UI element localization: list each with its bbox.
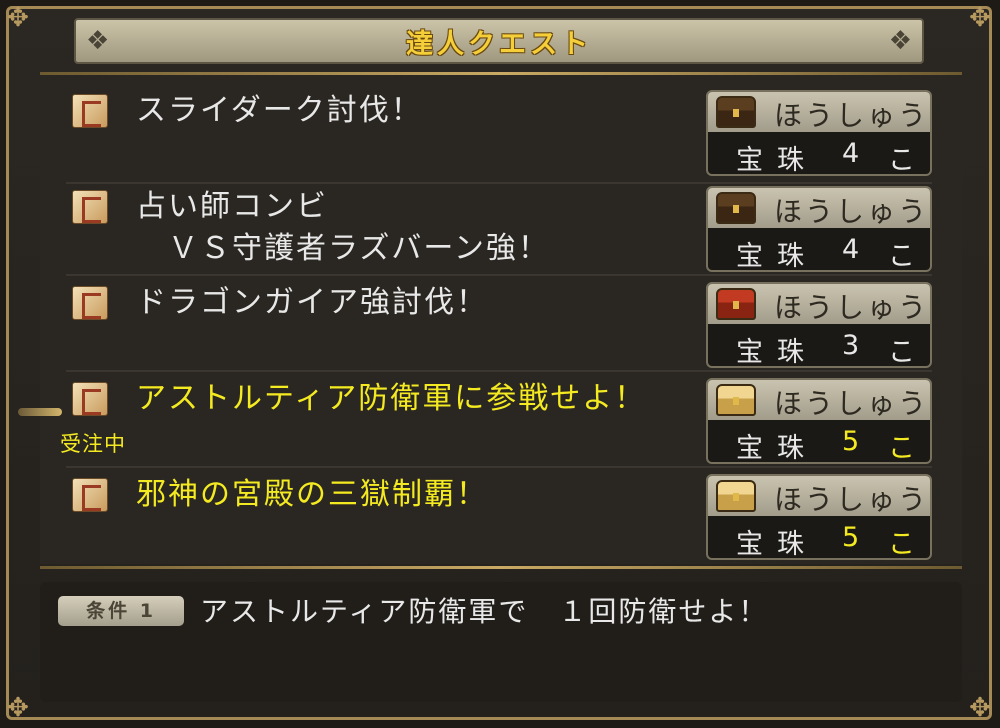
corner-ornament-icon: ✥ (969, 693, 991, 723)
reward-item: 宝珠 (736, 241, 818, 272)
selection-pointer-icon (18, 408, 62, 416)
treasure-chest-icon (716, 480, 756, 512)
treasure-chest-icon (716, 288, 756, 320)
reward-unit: こ (888, 529, 915, 560)
divider (40, 72, 962, 75)
condition-text: アストルティア防衛軍で １回防衛せよ！ (200, 595, 769, 628)
quest-scroll-icon (72, 286, 108, 320)
reward-label: ほうしゅう (774, 195, 930, 228)
reward-header: ほうしゅう (708, 284, 930, 324)
reward-item: 宝珠 (736, 145, 818, 176)
quest-row[interactable]: 占い師コンビ ＶＳ守護者ラズバーン強！ ほうしゅう 宝珠 4 こ (66, 178, 932, 276)
reward-box: ほうしゅう 宝珠 4 こ (706, 186, 932, 272)
reward-count: 5 (842, 522, 860, 553)
title-bar: ❖ 達人クエスト ❖ (74, 18, 924, 64)
quest-scroll-icon (72, 382, 108, 416)
reward-box: ほうしゅう 宝珠 4 こ (706, 90, 932, 176)
corner-ornament-icon: ✥ (7, 3, 29, 33)
reward-unit: こ (888, 433, 915, 464)
reward-unit: こ (888, 241, 915, 272)
divider (40, 566, 962, 569)
page-title: 達人クエスト (406, 28, 592, 60)
quest-name: アストルティア防衛軍に参戦せよ！ (136, 381, 647, 416)
treasure-chest-icon (716, 96, 756, 128)
reward-count: 4 (842, 138, 860, 169)
quest-name: ドラゴンガイア強討伐！ (136, 285, 488, 320)
reward-box: ほうしゅう 宝珠 5 こ (706, 378, 932, 464)
quest-name: 占い師コンビ ＶＳ守護者ラズバーン強！ (136, 189, 550, 266)
reward-header: ほうしゅう (708, 92, 930, 132)
quest-scroll-icon (72, 478, 108, 512)
reward-item: 宝珠 (736, 529, 818, 560)
corner-ornament-icon: ✥ (969, 3, 991, 33)
quest-row[interactable]: 邪神の宮殿の三獄制覇！ ほうしゅう 宝珠 5 こ (66, 466, 932, 562)
accepted-status: 受注中 (60, 432, 126, 456)
quest-name: スライダーク討伐！ (136, 93, 423, 128)
reward-header: ほうしゅう (708, 476, 930, 516)
title-ornament-left-icon: ❖ (86, 26, 110, 56)
reward-box: ほうしゅう 宝珠 5 こ (706, 474, 932, 560)
condition-badge: 条件 1 (58, 596, 184, 626)
quest-row[interactable]: アストルティア防衛軍に参戦せよ！ ほうしゅう 宝珠 5 こ (66, 370, 932, 468)
reward-count: 5 (842, 426, 860, 457)
reward-count: 3 (842, 330, 860, 361)
quest-row[interactable]: ドラゴンガイア強討伐！ ほうしゅう 宝珠 3 こ (66, 274, 932, 372)
reward-header: ほうしゅう (708, 188, 930, 228)
reward-label: ほうしゅう (774, 483, 930, 516)
reward-box: ほうしゅう 宝珠 3 こ (706, 282, 932, 368)
reward-label: ほうしゅう (774, 387, 930, 420)
quest-name: 邪神の宮殿の三獄制覇！ (136, 477, 488, 512)
reward-label: ほうしゅう (774, 99, 930, 132)
quest-row[interactable]: スライダーク討伐！ ほうしゅう 宝珠 4 こ (66, 82, 932, 184)
title-ornament-right-icon: ❖ (888, 26, 912, 56)
reward-header: ほうしゅう (708, 380, 930, 420)
quest-scroll-icon (72, 94, 108, 128)
reward-item: 宝珠 (736, 433, 818, 464)
reward-count: 4 (842, 234, 860, 265)
reward-unit: こ (888, 337, 915, 368)
reward-item: 宝珠 (736, 337, 818, 368)
reward-label: ほうしゅう (774, 291, 930, 324)
condition-panel: 条件 1 アストルティア防衛軍で １回防衛せよ！ (40, 582, 962, 702)
treasure-chest-icon (716, 192, 756, 224)
corner-ornament-icon: ✥ (7, 693, 29, 723)
reward-unit: こ (888, 145, 915, 176)
treasure-chest-icon (716, 384, 756, 416)
quest-scroll-icon (72, 190, 108, 224)
